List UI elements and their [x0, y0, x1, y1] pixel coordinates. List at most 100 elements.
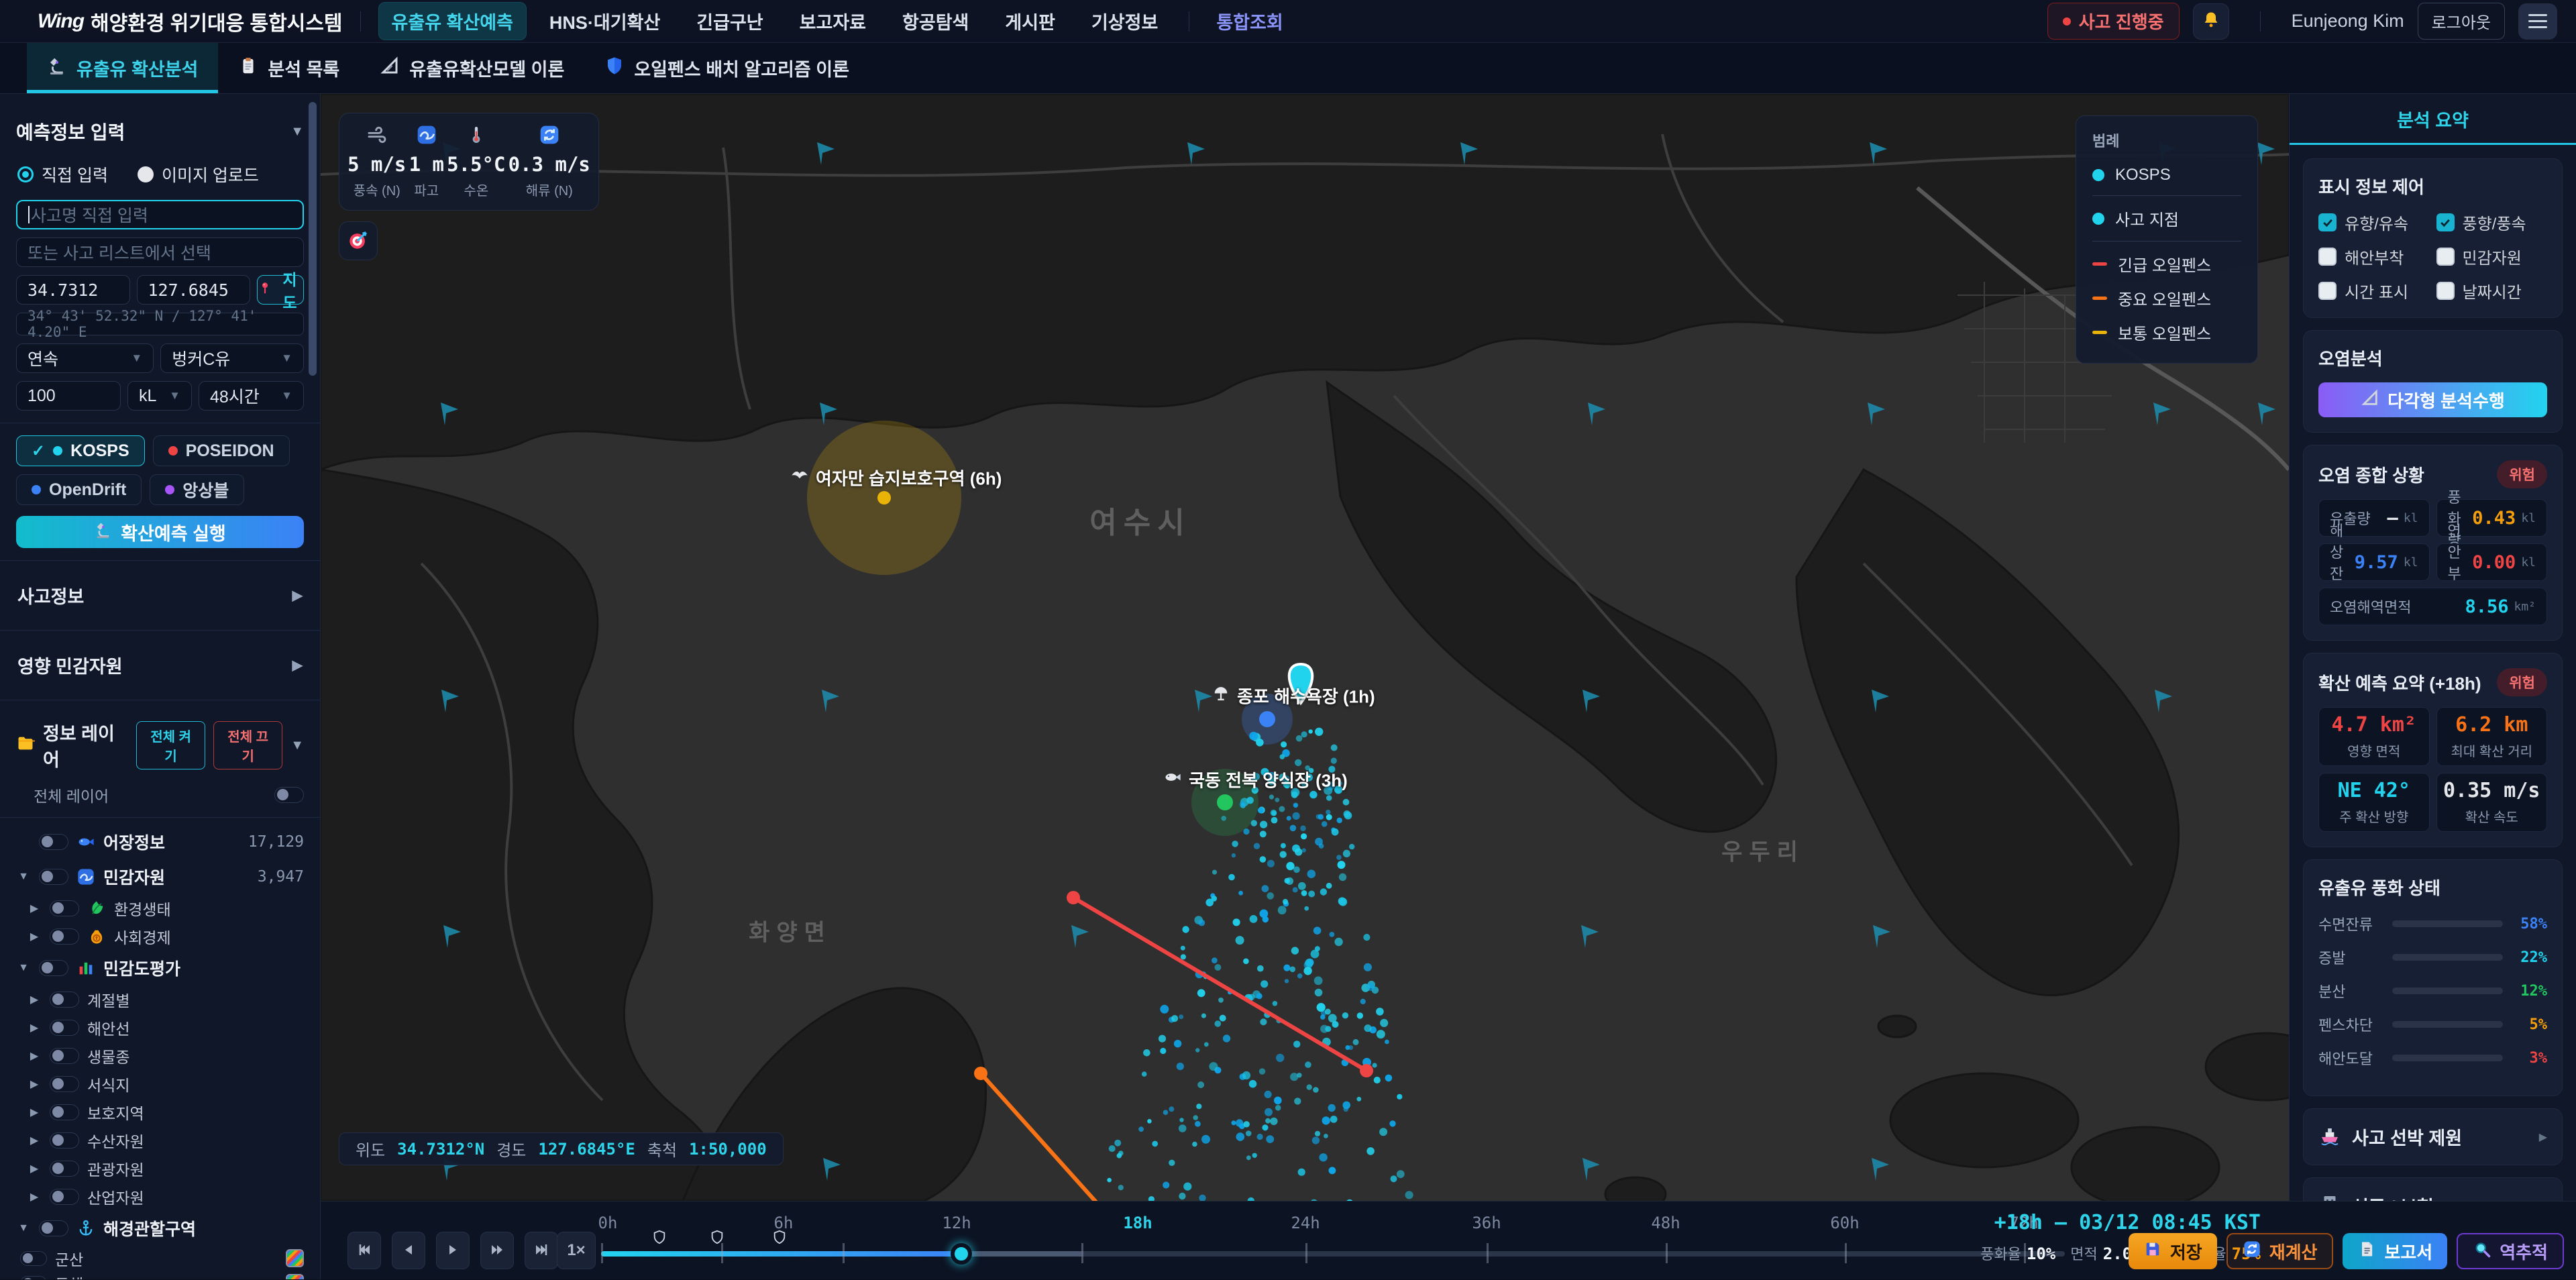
layer-toggle-생물종[interactable] [50, 1048, 79, 1064]
pick-on-map-button[interactable]: 지도 [257, 275, 304, 305]
nav-item-HNS·대기확산[interactable]: HNS·대기확산 [536, 2, 674, 40]
layer-toggle-동해[interactable] [20, 1276, 47, 1280]
section-header-prediction[interactable]: 예측정보 입력 ▼ [16, 118, 304, 145]
site-marker-dot[interactable] [877, 491, 891, 504]
longitude-input[interactable]: 127.6845 [137, 275, 251, 305]
layer-toggle-민감도평가[interactable] [39, 960, 68, 976]
tab-분석 목록[interactable]: 분석 목록 [218, 43, 360, 93]
layer-toggle-환경생태[interactable] [50, 900, 79, 916]
checkbox-민감자원[interactable]: 민감자원 [2436, 245, 2548, 268]
model-chip-OpenDrift[interactable]: OpenDrift [16, 474, 142, 505]
latitude-input[interactable]: 34.7312 [16, 275, 130, 305]
polygon-analysis-button[interactable]: 다각형 분석수행 [2318, 382, 2547, 417]
all-layers-on-button[interactable]: 전체 켜기 [136, 721, 205, 769]
nav-item-유출유 확산예측[interactable]: 유출유 확산예측 [378, 2, 527, 40]
layer-style-swatch[interactable] [286, 1249, 304, 1267]
checkbox-날짜시간[interactable]: 날짜시간 [2436, 279, 2548, 303]
layer-label: 해안선 [87, 1016, 129, 1039]
chevron-down-icon[interactable]: ▼ [16, 962, 31, 974]
layer-toggle-어장정보[interactable] [39, 834, 68, 850]
nav-item-통합조회[interactable]: 통합조회 [1203, 2, 1296, 40]
oil-fence-line[interactable] [981, 1073, 1167, 1201]
incident-list-select[interactable]: 또는 사고 리스트에서 선택 [16, 237, 304, 267]
chevron-right-icon[interactable]: ▶ [27, 1021, 42, 1034]
incident-status-badge[interactable]: 사고 진행중 [2047, 3, 2180, 40]
chevron-down-icon[interactable]: ▼ [16, 1222, 31, 1234]
fence-deploy-marker[interactable] [652, 1230, 667, 1248]
checkbox-해안부착[interactable]: 해안부착 [2318, 245, 2430, 268]
oil-fence-line[interactable] [1073, 898, 1366, 1071]
chevron-right-icon[interactable]: ▶ [27, 1049, 42, 1063]
all-layer-toggle[interactable] [274, 787, 304, 803]
owner-insurance-section[interactable]: 선주 / 보험 ▶ [2303, 1177, 2563, 1201]
vessel-spec-section[interactable]: 사고 선박 제원 ▶ [2303, 1108, 2563, 1165]
layer-toggle-산업자원[interactable] [50, 1189, 79, 1205]
all-layers-off-button[interactable]: 전체 끄기 [213, 721, 282, 769]
checkbox-풍향/풍속[interactable]: 풍향/풍속 [2436, 211, 2548, 234]
menu-button[interactable] [2518, 3, 2557, 40]
layer-style-swatch[interactable] [286, 1274, 304, 1279]
chevron-right-icon[interactable]: ▶ [27, 930, 42, 943]
model-chip-POSEIDON[interactable]: POSEIDON [153, 435, 290, 466]
chevron-right-icon[interactable]: ▶ [27, 1162, 42, 1175]
tab-유출유 확산분석[interactable]: 유출유 확산분석 [27, 43, 218, 93]
layer-toggle-수산자원[interactable] [50, 1132, 79, 1149]
radio-direct-input[interactable]: 직접 입력 [17, 162, 108, 186]
layer-toggle-계절별[interactable] [50, 992, 79, 1008]
notification-button[interactable] [2193, 3, 2229, 40]
chevron-right-icon[interactable]: ▶ [27, 993, 42, 1006]
역추적-button[interactable]: 역추적 [2457, 1233, 2564, 1269]
section-affected-resources[interactable]: 영향 민감자원 ▶ [16, 643, 304, 688]
fence-endpoint[interactable] [974, 1067, 987, 1080]
tab-유출유확산모델 이론[interactable]: 유출유확산모델 이론 [360, 43, 584, 93]
site-marker-dot[interactable] [1217, 794, 1233, 810]
재계산-button[interactable]: 재계산 [2226, 1233, 2334, 1269]
nav-item-항공탐색[interactable]: 항공탐색 [889, 2, 982, 40]
section-incident-info[interactable]: 사고정보 ▶ [16, 573, 304, 618]
spill-type-select[interactable]: 연속▼ [16, 343, 154, 373]
amount-input[interactable]: 100 [16, 381, 121, 411]
보고서-button[interactable]: 보고서 [2343, 1233, 2447, 1269]
incident-name-input[interactable]: 사고명 직접 입력 [16, 200, 304, 229]
checkbox-유향/유속[interactable]: 유향/유속 [2318, 211, 2430, 234]
run-prediction-button[interactable]: 확산예측 실행 [16, 516, 304, 548]
chevron-right-icon[interactable]: ▶ [27, 902, 42, 915]
nav-item-보고자료[interactable]: 보고자료 [786, 2, 879, 40]
radio-image-upload[interactable]: 이미지 업로드 [138, 162, 259, 186]
chevron-right-icon[interactable]: ▶ [27, 1077, 42, 1091]
layer-toggle-해경관할구역[interactable] [39, 1220, 68, 1236]
nav-item-게시판[interactable]: 게시판 [991, 2, 1069, 40]
map-canvas[interactable]: 여자만 습지보호구역 (6h)종포 해수욕장 (1h)국동 전복 양식장 (3h… [321, 94, 2289, 1201]
tab-오일펜스 배치 알고리즘 이론[interactable]: 오일펜스 배치 알고리즘 이론 [584, 43, 869, 93]
duration-select[interactable]: 48시간▼ [199, 381, 304, 411]
fence-deploy-marker[interactable] [772, 1230, 787, 1248]
model-chip-KOSPS[interactable]: ✓KOSPS [16, 435, 145, 466]
checkbox-시간 표시[interactable]: 시간 표시 [2318, 279, 2430, 303]
scrollbar-thumb[interactable] [309, 102, 317, 376]
layer-toggle-관광자원[interactable] [50, 1161, 79, 1177]
chevron-right-icon[interactable]: ▶ [27, 1106, 42, 1119]
unit-select[interactable]: kL▼ [127, 381, 192, 411]
layer-count: 17,129 [248, 833, 304, 851]
layer-toggle-서식지[interactable] [50, 1076, 79, 1092]
fence-endpoint[interactable] [1360, 1064, 1373, 1077]
layer-toggle-해안선[interactable] [50, 1020, 79, 1036]
chevron-right-icon[interactable]: ▶ [27, 1134, 42, 1147]
logout-button[interactable]: 로그아웃 [2418, 3, 2505, 40]
layer-toggle-민감자원[interactable] [39, 869, 68, 885]
layer-toggle-사회경제[interactable] [50, 928, 79, 945]
layer-toggle-군산[interactable] [20, 1251, 47, 1266]
chevron-right-icon[interactable]: ▶ [27, 1190, 42, 1204]
layer-toggle-보호지역[interactable] [50, 1104, 79, 1120]
timeline-thumb[interactable] [951, 1243, 972, 1265]
fence-endpoint[interactable] [1067, 891, 1080, 904]
fence-deploy-marker[interactable] [710, 1230, 724, 1248]
model-chip-앙상블[interactable]: 앙상블 [150, 474, 244, 505]
oil-type-select[interactable]: 벙커C유▼ [160, 343, 304, 373]
chevron-down-icon[interactable]: ▼ [16, 871, 31, 883]
저장-button[interactable]: 저장 [2129, 1233, 2217, 1269]
locate-incident-button[interactable] [339, 221, 378, 260]
nav-item-긴급구난[interactable]: 긴급구난 [683, 2, 776, 40]
nav-item-기상정보[interactable]: 기상정보 [1078, 2, 1171, 40]
site-marker-dot[interactable] [1259, 711, 1275, 727]
